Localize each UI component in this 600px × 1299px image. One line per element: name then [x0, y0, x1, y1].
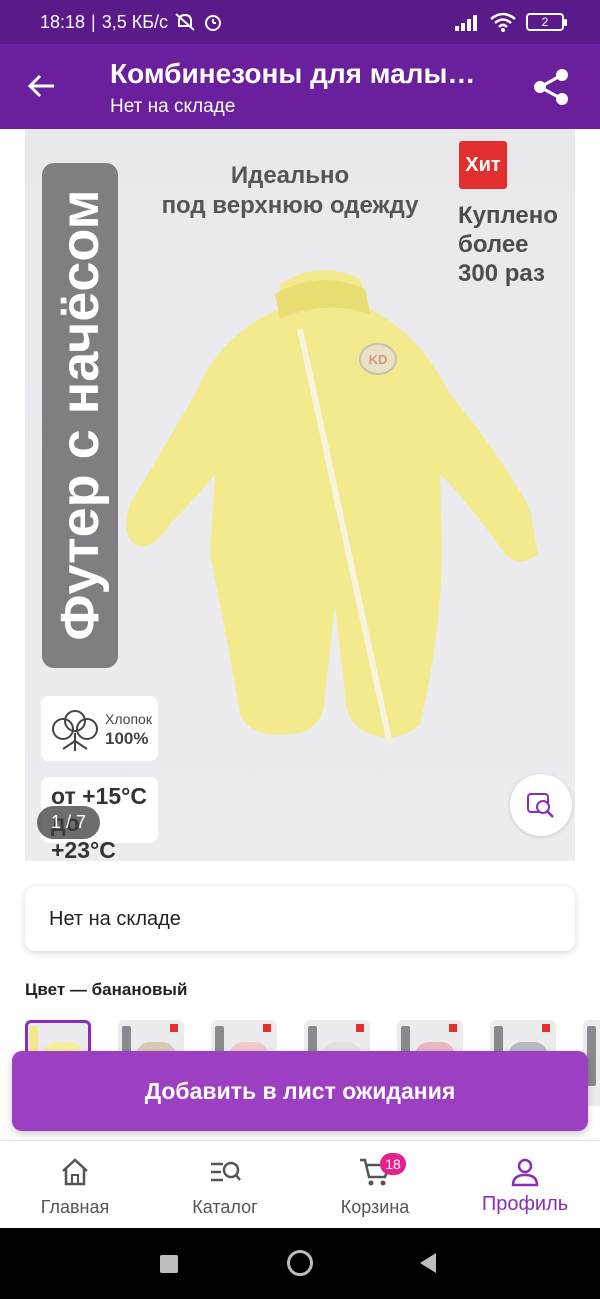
- battery-icon: 2: [526, 13, 567, 31]
- stock-status-card: Нет на складе: [25, 887, 575, 951]
- cotton-flower-icon: [52, 709, 98, 751]
- product-image[interactable]: Футер с начёсом Идеально под верхнюю оде…: [25, 129, 575, 861]
- status-bar: 18:18 | 3,5 КБ/с 2: [0, 0, 600, 44]
- mute-icon: [175, 13, 195, 31]
- share-icon[interactable]: [530, 66, 572, 108]
- status-time: 18:18: [40, 11, 86, 32]
- cotton-badge: Хлопок 100%: [41, 696, 158, 761]
- alarm-icon: [205, 15, 222, 31]
- network-speed: 3,5 КБ/с: [101, 11, 169, 32]
- nav-home[interactable]: Главная: [0, 1141, 150, 1229]
- page-subtitle: Нет на складе: [110, 96, 236, 117]
- page-title: Комбинезоны для малы…: [110, 58, 476, 89]
- signal-icon: [455, 15, 477, 31]
- home-button[interactable]: [287, 1250, 313, 1276]
- svg-text:KD: KD: [369, 352, 388, 367]
- add-to-waitlist-button[interactable]: Добавить в лист ожидания: [12, 1051, 588, 1131]
- hit-badge: Хит: [459, 141, 507, 189]
- image-search-icon: [527, 793, 554, 818]
- app-bar: Комбинезоны для малы… Нет на складе: [0, 44, 600, 129]
- nav-profile[interactable]: Профиль: [450, 1141, 600, 1229]
- image-counter: 1 / 7: [37, 806, 101, 839]
- home-icon: [62, 1158, 88, 1186]
- back-arrow-icon[interactable]: [22, 66, 62, 106]
- profile-icon: [511, 1158, 539, 1187]
- nav-catalog[interactable]: Каталог: [150, 1141, 300, 1229]
- image-search-button[interactable]: [510, 774, 572, 836]
- color-label: Цвет — банановый: [25, 980, 188, 999]
- bottom-navigation: Главная Каталог 18 Корзина Профиль: [0, 1140, 600, 1228]
- system-navigation-bar: [0, 1228, 600, 1299]
- recent-apps-button[interactable]: [160, 1255, 178, 1273]
- back-triangle-icon[interactable]: [418, 1252, 438, 1274]
- cart-count-badge: 18: [380, 1153, 406, 1175]
- catalog-search-icon: [211, 1161, 241, 1182]
- nav-cart[interactable]: 18 Корзина: [300, 1141, 450, 1229]
- jumpsuit-illustration: KD: [126, 270, 538, 745]
- product-tagline: Идеально под верхнюю одежду: [161, 162, 419, 219]
- wifi-icon: [490, 12, 516, 32]
- fabric-label: Футер с начёсом: [42, 163, 118, 668]
